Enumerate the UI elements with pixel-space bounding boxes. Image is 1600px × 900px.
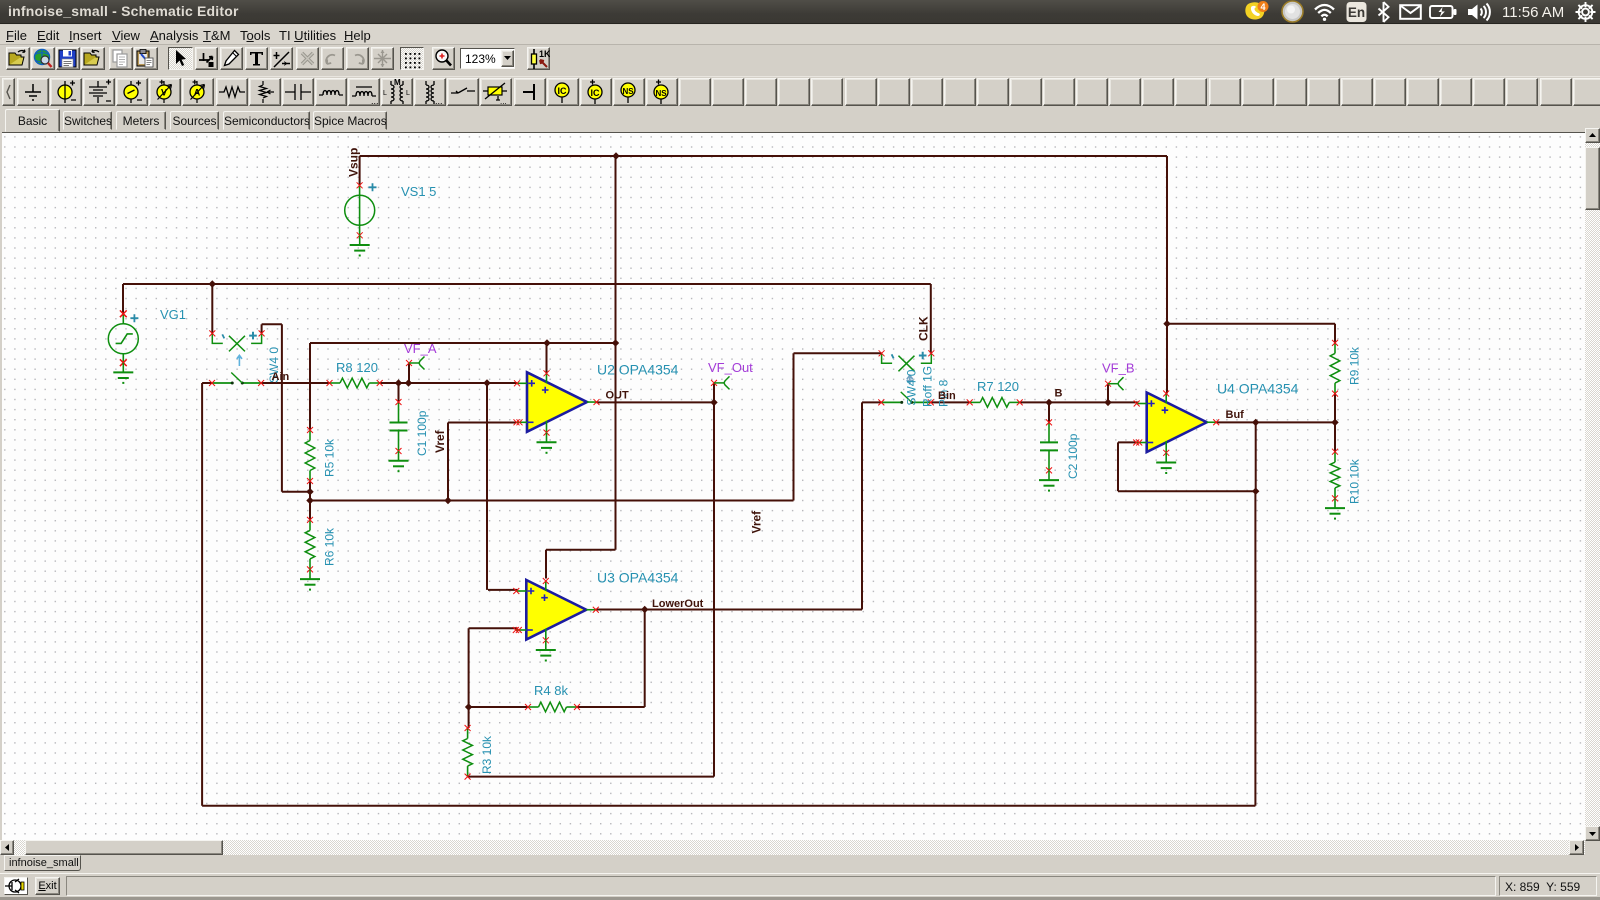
- svg-text:R5 10k: R5 10k: [323, 438, 337, 477]
- svg-text:VF_Out: VF_Out: [708, 360, 753, 375]
- svg-text:R9 10k: R9 10k: [1348, 346, 1362, 385]
- svg-text:4: 4: [1260, 2, 1265, 12]
- svg-text:M: M: [394, 79, 401, 87]
- svg-text:C1 100p: C1 100p: [415, 410, 429, 456]
- svg-text:IC: IC: [591, 88, 601, 98]
- svg-text:OUT: OUT: [606, 390, 630, 402]
- svg-text:Vsup: Vsup: [347, 148, 361, 177]
- svg-text:VS1 5: VS1 5: [401, 184, 436, 199]
- svg-text:R8 120: R8 120: [336, 360, 378, 375]
- svg-text:...: ...: [371, 96, 379, 105]
- svg-text:1K: 1K: [539, 49, 550, 59]
- svg-text:LowerOut: LowerOut: [652, 598, 704, 610]
- svg-text:R4 8k: R4 8k: [534, 683, 568, 698]
- svg-text:R6 10k: R6 10k: [323, 527, 337, 566]
- svg-text:...: ...: [435, 96, 443, 105]
- svg-text:IC: IC: [558, 86, 568, 96]
- svg-text:En: En: [1348, 5, 1365, 20]
- svg-text:A: A: [194, 88, 201, 98]
- svg-text:VG1: VG1: [160, 307, 186, 322]
- svg-text:CLK: CLK: [917, 316, 931, 341]
- svg-text:V: V: [161, 88, 167, 98]
- svg-text:Bin: Bin: [938, 390, 956, 402]
- svg-text:VF_A: VF_A: [404, 341, 437, 356]
- svg-text:B: B: [1055, 388, 1063, 400]
- svg-text:Buf: Buf: [1226, 409, 1245, 421]
- svg-text:R3 10k: R3 10k: [480, 735, 494, 774]
- svg-text:SW4 0: SW4 0: [904, 369, 918, 405]
- svg-text:Roff 1G: Roff 1G: [921, 366, 935, 407]
- svg-text:U3 OPA4354: U3 OPA4354: [597, 570, 679, 586]
- svg-text:NS: NS: [622, 87, 634, 96]
- svg-text:L: L: [406, 90, 410, 97]
- svg-text:L: L: [383, 90, 387, 97]
- svg-text:R7 120: R7 120: [977, 379, 1019, 394]
- svg-text:...: ...: [500, 97, 507, 105]
- svg-text:Ain: Ain: [272, 371, 290, 383]
- svg-text:Vref: Vref: [433, 429, 447, 453]
- svg-text:R10 10k: R10 10k: [1348, 458, 1362, 504]
- svg-text:NS: NS: [655, 89, 667, 98]
- svg-text:U2 OPA4354: U2 OPA4354: [597, 362, 679, 378]
- svg-text:U4 OPA4354: U4 OPA4354: [1217, 381, 1299, 397]
- svg-text:C2 100p: C2 100p: [1066, 433, 1080, 479]
- svg-text:VF_B: VF_B: [1102, 360, 1135, 375]
- svg-text:Vref: Vref: [750, 510, 764, 534]
